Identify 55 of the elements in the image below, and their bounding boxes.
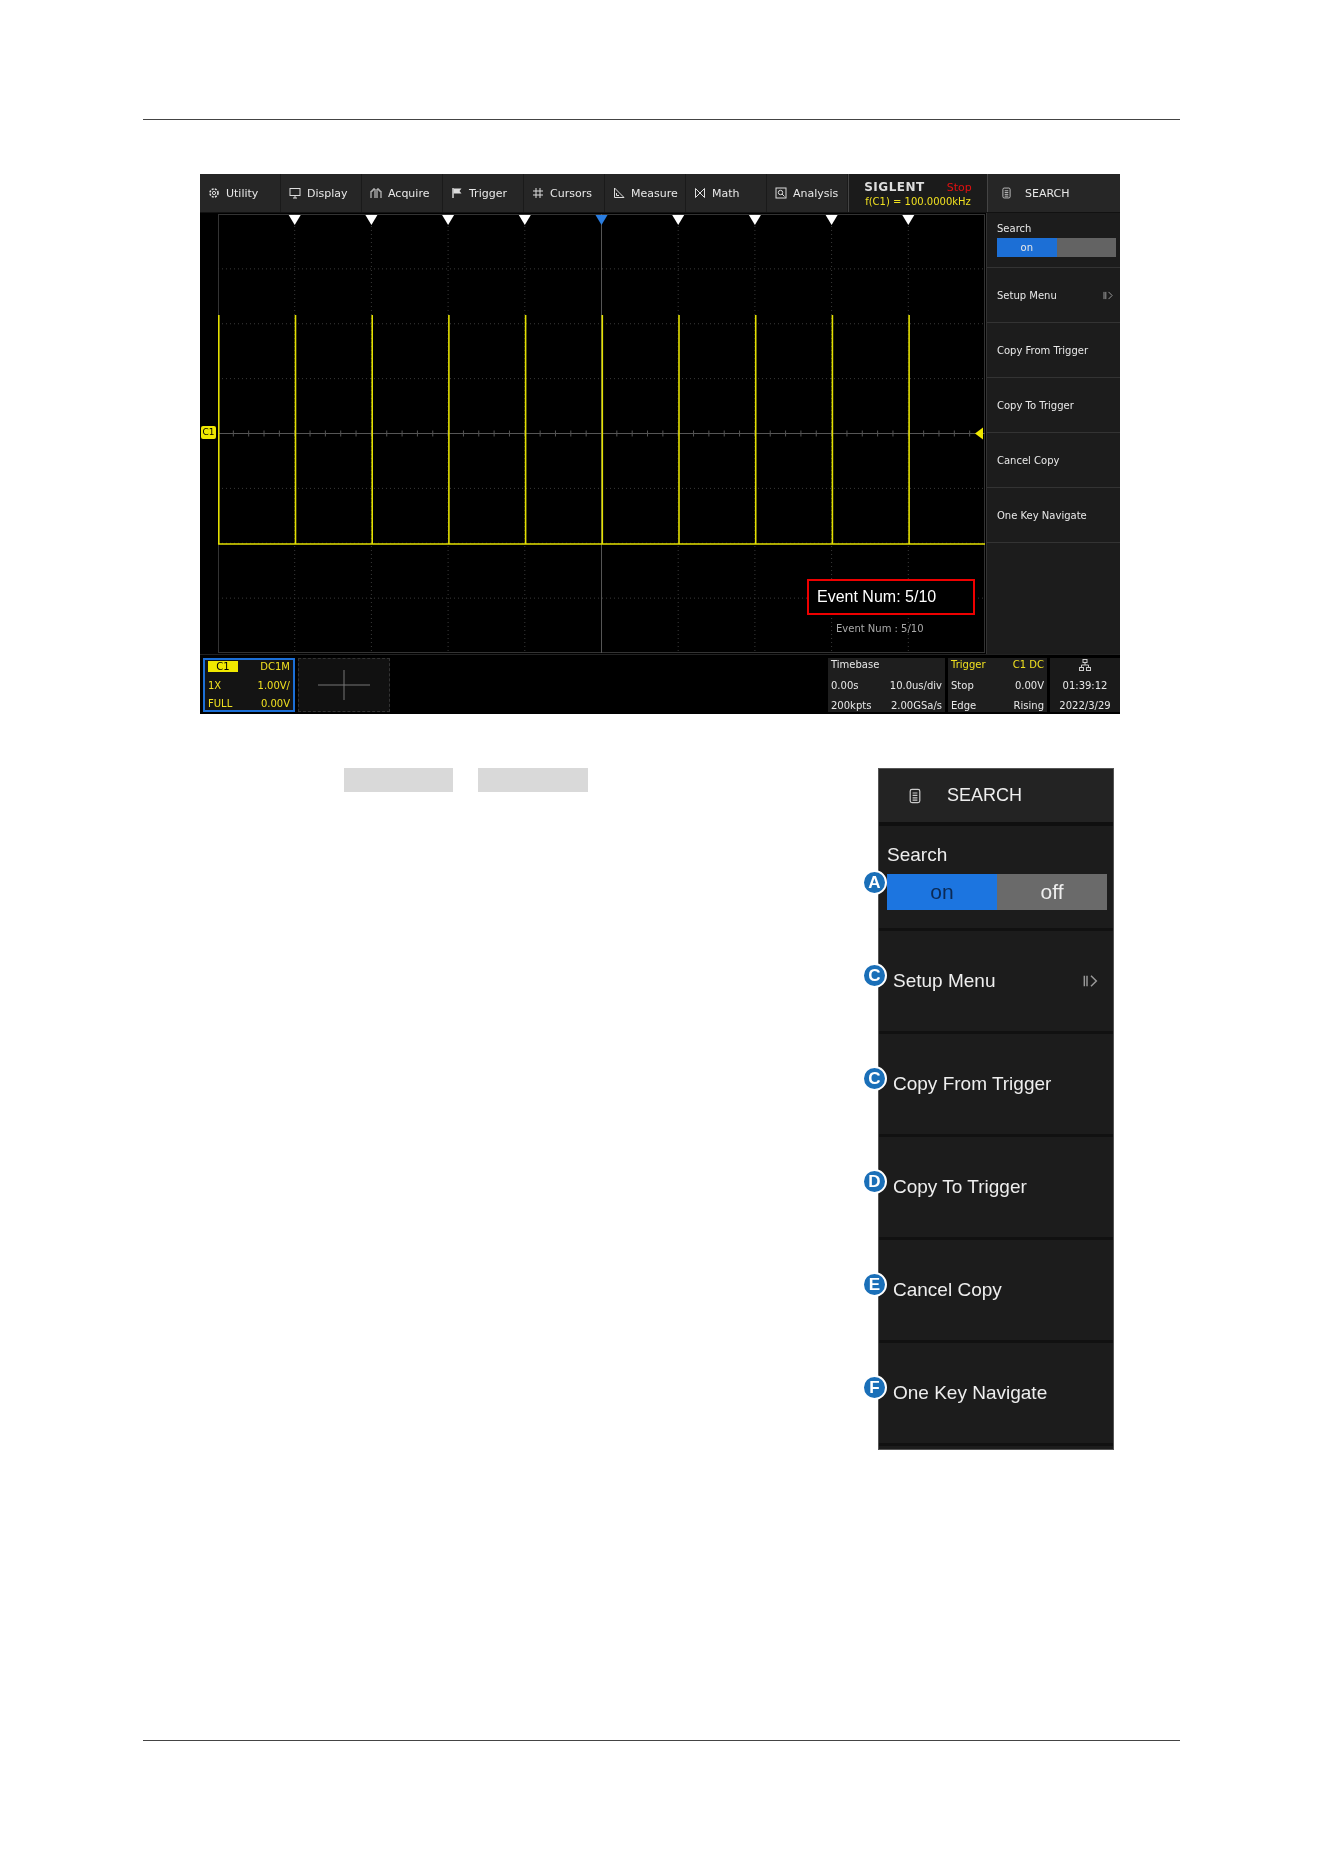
trigger-type: Edge [951, 700, 978, 711]
sample-rate: 2.00GSa/s [889, 700, 942, 711]
search-label: Search [887, 844, 949, 866]
channel-panel[interactable]: C1 DC1M 1X 1.00V/ FULL 0.00V [203, 658, 295, 712]
frequency-readout: f(C1) = 100.0000kHz [865, 195, 971, 207]
bowtie-icon [694, 187, 706, 199]
toggle-option[interactable]: off [997, 874, 1107, 910]
trigger-panel[interactable]: Trigger C1 DC Stop 0.00V Edge Rising [948, 658, 1047, 712]
memory-depth: 200kpts [831, 700, 873, 711]
callout-badge: C [862, 963, 887, 988]
callout-badge: A [862, 870, 887, 895]
callout-badge: C [862, 1066, 887, 1091]
magnifier-icon [775, 187, 787, 199]
channel-name: C1 [208, 661, 238, 672]
clock-date: 2022/3/29 [1059, 700, 1111, 711]
search-label: Search [997, 223, 1033, 234]
run-state: Stop [946, 180, 972, 194]
probe-ratio: 1X [208, 679, 223, 691]
event-label: Event Num : 5/10 [836, 623, 924, 634]
trigger-level: 0.00V [1013, 679, 1044, 691]
time-scale: 10.0us/div [888, 679, 942, 691]
monitor-icon [289, 187, 301, 199]
network-icon [1079, 659, 1091, 671]
add-channel-button[interactable] [298, 658, 390, 712]
delay: 0.00s [831, 679, 860, 691]
toggle-option[interactable]: on [997, 238, 1057, 257]
pulse-icon [370, 187, 382, 199]
callout-badge: F [862, 1375, 887, 1400]
trigger-slope: Rising [1012, 700, 1044, 711]
vertical-scale: 1.00V/ [257, 679, 290, 691]
hash-icon [532, 187, 544, 199]
gear-icon [208, 187, 220, 199]
panel-title: Trigger [951, 659, 987, 670]
document-icon [909, 787, 921, 804]
timebase-panel[interactable]: Timebase 0.00s 10.0us/div 200kpts 2.00GSa/s [828, 658, 945, 712]
callout-badge: E [862, 1272, 887, 1297]
menu-title: SEARCH [947, 785, 1022, 806]
offset: 0.00V [259, 698, 290, 709]
triangle-ruler-icon [613, 187, 625, 199]
panel-title: Timebase [831, 659, 881, 670]
trigger-source: C1 DC [1011, 659, 1044, 670]
channel-marker: C1 [201, 426, 216, 439]
brand-logo: SIGLENT [864, 179, 925, 194]
toggle-option[interactable] [1056, 238, 1116, 257]
flag-icon [451, 187, 463, 199]
event-callout: Event Num: 5/10 [807, 579, 975, 615]
document-icon [1002, 187, 1011, 199]
coupling: DC1M [259, 661, 290, 672]
trigger-level-icon [975, 427, 983, 440]
callout-badge: D [862, 1169, 887, 1194]
clock-time: 01:39:12 [1062, 680, 1108, 691]
bandwidth: FULL [208, 698, 234, 709]
menu-title: SEARCH [1025, 186, 1070, 200]
trigger-mode: Stop [951, 679, 975, 691]
plus-icon [318, 670, 370, 700]
